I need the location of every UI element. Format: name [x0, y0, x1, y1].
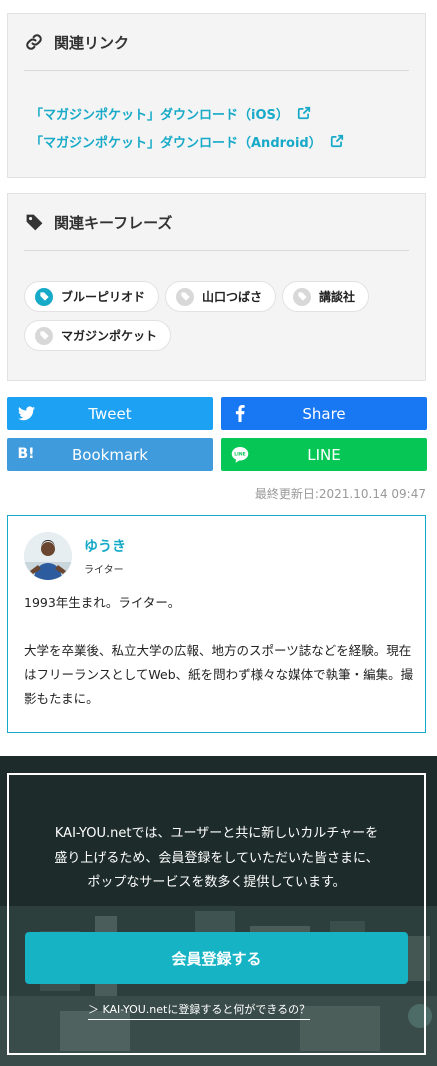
tag-blue-period[interactable]: ブルーピリオド: [24, 281, 160, 312]
line-icon: LINE: [231, 445, 249, 463]
tag-label[interactable]: 山口つばさ: [202, 288, 262, 305]
promo-message-line: KAI-YOU.netでは、ユーザーと共に新しいカルチャーを: [54, 826, 379, 841]
tag-yamaguchi-tsubasa[interactable]: 山口つばさ: [165, 281, 277, 312]
related-link-android[interactable]: 「マガジンポケット」ダウンロード（Android）: [30, 127, 403, 155]
tag-label[interactable]: マガジンポケット: [61, 327, 157, 344]
external-link-icon: [330, 134, 343, 148]
hatena-bookmark-button[interactable]: B! Bookmark: [7, 438, 213, 471]
related-links-header: 関連リンク: [8, 14, 425, 70]
author-profile: ゆうき ライター 1993年生まれ。ライター。 大学を卒業後、私立大学の広報、地…: [7, 515, 426, 733]
tag-icon: [24, 212, 44, 232]
related-keyphrases-card: 関連キーフレーズ ブルーピリオド 山口つばさ 講談社 マガジンポケット: [7, 193, 426, 381]
facebook-share-label[interactable]: Share: [302, 405, 345, 423]
register-button[interactable]: 会員登録する: [25, 932, 408, 984]
tag-label[interactable]: ブルーピリオド: [61, 288, 145, 305]
last-updated: 最終更新日:2021.10.14 09:47: [254, 487, 426, 501]
author-bio-line: 1993年生まれ。ライター。: [24, 595, 181, 610]
line-label[interactable]: LINE: [307, 446, 340, 464]
tag-icon: [35, 287, 53, 306]
tweet-label[interactable]: Tweet: [88, 405, 131, 423]
line-share-button[interactable]: LINE LINE: [221, 438, 427, 471]
twitter-icon: [17, 404, 35, 422]
tag-label[interactable]: 講談社: [319, 288, 355, 305]
hatena-bookmark-icon: B!: [17, 446, 35, 462]
author-role: ライター: [84, 565, 124, 576]
author-name[interactable]: ゆうき: [84, 536, 126, 556]
tag-icon: [176, 287, 195, 306]
author-bio: 1993年生まれ。ライター。 大学を卒業後、私立大学の広報、地方のスポーツ誌など…: [24, 591, 414, 735]
facebook-share-button[interactable]: Share: [221, 397, 427, 430]
promo-message-line: ポップなサービスを数多く提供しています。: [87, 875, 346, 890]
bookmark-label[interactable]: Bookmark: [72, 446, 148, 464]
related-link-ios[interactable]: 「マガジンポケット」ダウンロード（iOS）: [30, 99, 403, 127]
author-bio-line: 大学を卒業後、私立大学の広報、地方のスポーツ誌などを経験。現在はフリーランスとし…: [24, 643, 414, 706]
promo-message-line: 盛り上げるため、会員登録をしていただいた皆さまに、: [54, 850, 379, 866]
related-keyphrases-title: 関連キーフレーズ: [54, 213, 173, 232]
svg-text:LINE: LINE: [234, 451, 245, 457]
tag-magazine-pocket[interactable]: マガジンポケット: [24, 320, 172, 351]
promo-message: KAI-YOU.netでは、ユーザーと共に新しいカルチャーを 盛り上げるため、会…: [7, 822, 426, 896]
related-link-label[interactable]: 「マガジンポケット」ダウンロード（iOS）: [30, 104, 289, 123]
tag-icon: [293, 287, 312, 306]
related-links-card: 関連リンク 「マガジンポケット」ダウンロード（iOS） 「マガジンポケット」ダウ…: [7, 13, 426, 178]
tweet-button[interactable]: Tweet: [7, 397, 213, 430]
tag-icon: [35, 326, 53, 345]
link-icon: [24, 32, 44, 52]
related-keyphrases-header: 関連キーフレーズ: [8, 194, 425, 250]
author-avatar[interactable]: [24, 532, 72, 580]
related-links-title: 関連リンク: [54, 33, 130, 52]
tag-kodansha[interactable]: 講談社: [282, 281, 370, 312]
external-link-icon: [297, 106, 310, 120]
what-can-i-do-link[interactable]: ＞ KAI-YOU.netに登録すると何ができるの？: [88, 1001, 311, 1020]
facebook-icon: [231, 404, 249, 422]
membership-promo: KAI-YOU.netでは、ユーザーと共に新しいカルチャーを 盛り上げるため、会…: [0, 756, 437, 1066]
share-buttons: Tweet Share B! Bookmark LINE LINE: [7, 397, 427, 471]
related-link-label[interactable]: 「マガジンポケット」ダウンロード（Android）: [30, 132, 322, 151]
